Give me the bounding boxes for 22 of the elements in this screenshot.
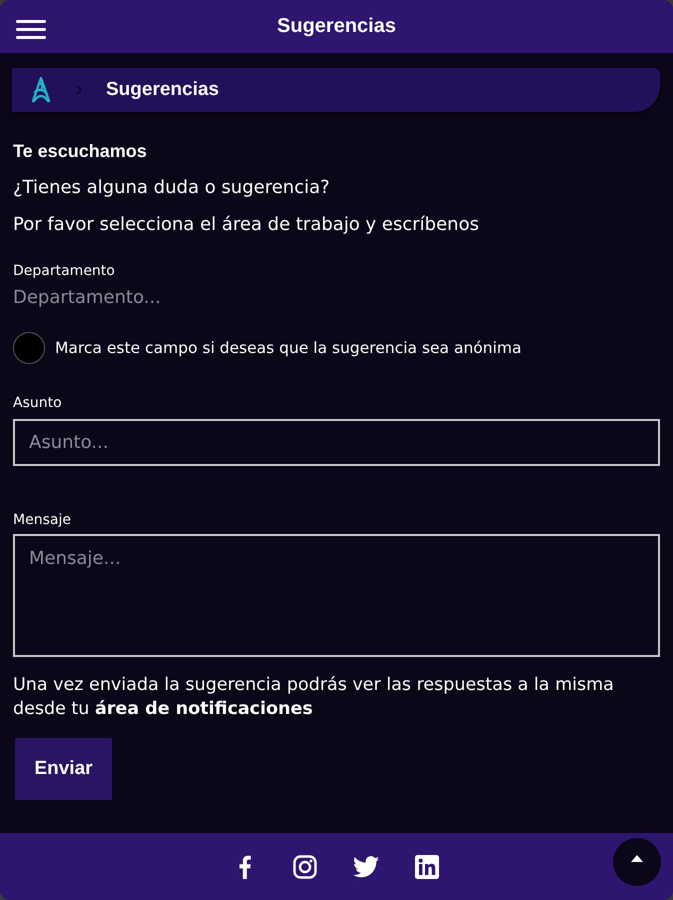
page-title: Sugerencias [277,15,396,38]
chevron-icon [76,85,82,95]
field-label: Mensaje [13,511,71,529]
logo-icon[interactable] [30,77,52,103]
field-label: Departamento [13,262,115,280]
anonymous-label: Marca este campo si deseas que la sugerencia sea anónima [55,339,522,357]
linkedin-icon[interactable] [414,854,438,878]
instagram-icon[interactable] [292,854,316,878]
subject-input[interactable]: Asunto... [13,419,660,466]
message-textarea[interactable]: Mensaje... [13,534,660,657]
anonymous-radio[interactable] [13,332,45,364]
intro-text: ¿Tienes alguna duda o sugerencia? [13,177,330,199]
send-button[interactable]: Enviar [15,738,112,800]
twitter-icon[interactable] [352,856,378,878]
info-text: Una vez enviada la sugerencia podrás ver las respuestas a la misma desde tu área de notificaciones [13,674,615,721]
intro-text: Por favor selecciona el área de trabajo y escríbenos [13,214,479,236]
section-heading: Te escuchamos [13,140,147,162]
caret-up-icon [631,854,643,862]
field-label: Asunto [13,394,62,412]
department-select[interactable]: Departamento... [13,287,161,309]
breadcrumb-item[interactable]: Sugerencias [106,79,219,101]
menu-icon[interactable] [16,20,46,39]
